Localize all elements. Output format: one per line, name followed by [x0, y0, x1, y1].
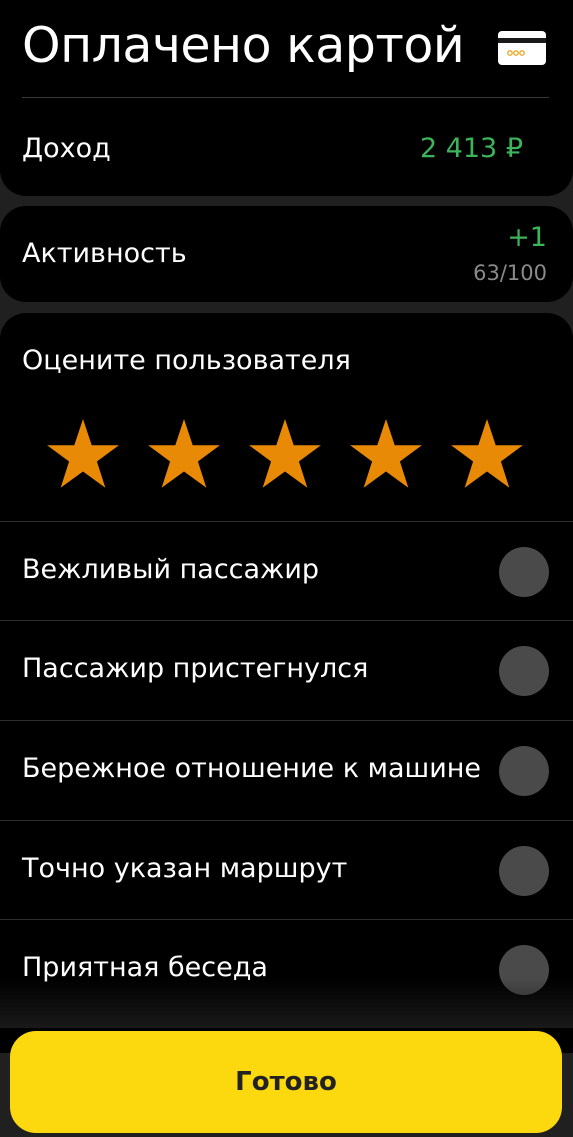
option-row-polite-passenger[interactable]: Вежливый пассажир [0, 521, 573, 620]
payment-title: Оплачено картой [22, 17, 465, 74]
option-toggle[interactable] [499, 646, 549, 696]
star-rating [46, 417, 526, 489]
option-label: Пассажир пристегнулся [22, 653, 369, 684]
rating-title: Оцените пользователя [22, 345, 351, 376]
option-toggle[interactable] [499, 846, 549, 896]
option-row-accurate-route[interactable]: Точно указан маршрут [0, 820, 573, 919]
rating-card: Оцените пользователя Вежливый пассажир П… [0, 313, 573, 1053]
activity-card: Активность +1 63/100 [0, 206, 573, 302]
option-label: Бережное отношение к машине [22, 753, 482, 784]
activity-progress: 63/100 [473, 261, 547, 285]
income-value: 2 413 ₽ [419, 133, 523, 164]
option-label: Приятная беседа [22, 952, 268, 983]
option-row-careful-with-car[interactable]: Бережное отношение к машине [0, 720, 573, 819]
option-row-pleasant-talk[interactable]: Приятная беседа [0, 919, 573, 1018]
option-label: Точно указан маршрут [22, 853, 348, 884]
activity-label: Активность [22, 238, 187, 269]
star-icon[interactable] [147, 417, 221, 489]
income-label: Доход [22, 133, 111, 164]
star-icon[interactable] [248, 417, 322, 489]
option-toggle[interactable] [499, 945, 549, 995]
star-icon[interactable] [349, 417, 423, 489]
option-label: Вежливый пассажир [22, 554, 320, 585]
credit-card-icon [498, 31, 546, 65]
option-row-seatbelt[interactable]: Пассажир пристегнулся [0, 620, 573, 719]
star-icon[interactable] [450, 417, 524, 489]
done-button[interactable]: Готово [10, 1031, 562, 1133]
option-toggle[interactable] [499, 547, 549, 597]
star-icon[interactable] [46, 417, 120, 489]
divider [22, 97, 549, 98]
option-toggle[interactable] [499, 746, 549, 796]
activity-delta: +1 [507, 222, 547, 253]
trip-summary-screen: Оплачено картой Доход 2 413 ₽ Активность… [0, 0, 573, 1137]
payment-card: Оплачено картой Доход 2 413 ₽ [0, 0, 573, 196]
